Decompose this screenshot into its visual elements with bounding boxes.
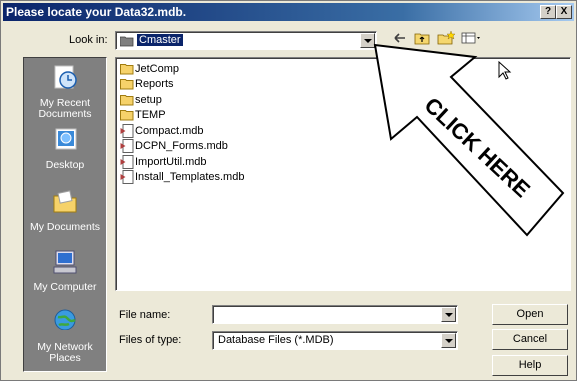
place-label: My Network Places	[37, 341, 93, 364]
folder-icon	[120, 110, 134, 121]
click-here-arrow: CLICK HERE	[373, 43, 565, 237]
file-name-combo[interactable]	[212, 305, 458, 324]
file-name-text: Reports	[135, 78, 174, 90]
place-label: My Documents	[29, 221, 101, 233]
file-name-text: setup	[135, 94, 162, 106]
file-name-label: File name:	[119, 309, 171, 321]
folder-icon	[120, 64, 134, 75]
place-my-computer[interactable]: My Computer	[24, 248, 106, 293]
database-file-icon	[120, 155, 134, 169]
database-file-icon	[120, 170, 134, 184]
cancel-button[interactable]: Cancel	[492, 329, 568, 350]
open-file-dialog: Please locate your Data32.mdb. ? X Look …	[0, 0, 577, 381]
file-name-text: Install_Templates.mdb	[135, 171, 245, 183]
file-type-value: Database Files (*.MDB)	[218, 334, 334, 346]
computer-icon	[53, 250, 77, 274]
places-bar: My Recent Documents Desktop My Documents	[23, 57, 107, 372]
desktop-icon	[55, 128, 77, 150]
file-type-dropdown-button[interactable]	[441, 333, 456, 348]
globe-icon	[54, 309, 76, 334]
folder-icon	[120, 95, 134, 106]
file-name-text: Compact.mdb	[135, 125, 204, 137]
file-name-text: TEMP	[135, 109, 166, 121]
file-type-select[interactable]: Database Files (*.MDB)	[212, 331, 458, 350]
help-button[interactable]: Help	[492, 355, 568, 376]
folder-icon	[120, 79, 134, 90]
place-desktop[interactable]: Desktop	[24, 126, 106, 171]
title-bar[interactable]: Please locate your Data32.mdb. ? X	[3, 3, 574, 21]
look-in-combo[interactable]: Cmaster	[115, 31, 377, 50]
folder-icon	[53, 190, 77, 213]
folder-icon	[120, 36, 134, 47]
clock-icon	[54, 65, 77, 89]
place-label: Desktop	[45, 159, 85, 171]
title-close-button[interactable]: X	[556, 5, 572, 19]
look-in-value: Cmaster	[137, 34, 183, 46]
file-name-text: JetComp	[135, 63, 180, 75]
place-label: My Recent Documents	[38, 97, 92, 120]
database-file-icon	[120, 139, 134, 153]
place-my-recent-documents[interactable]: My Recent Documents	[24, 64, 106, 120]
place-my-network-places[interactable]: My Network Places	[24, 308, 106, 364]
database-file-icon	[120, 124, 134, 138]
place-my-documents[interactable]: My Documents	[24, 188, 106, 233]
file-type-label: Files of type:	[119, 334, 182, 346]
look-in-label: Look in:	[69, 34, 108, 46]
place-label: My Computer	[33, 281, 97, 293]
open-button[interactable]: Open	[492, 304, 568, 325]
file-name-text: ImportUtil.mdb	[135, 156, 207, 168]
title-help-button[interactable]: ?	[540, 5, 556, 19]
dialog-title: Please locate your Data32.mdb.	[6, 5, 187, 19]
file-name-dropdown-button[interactable]	[441, 307, 456, 322]
file-name-text: DCPN_Forms.mdb	[135, 140, 228, 152]
